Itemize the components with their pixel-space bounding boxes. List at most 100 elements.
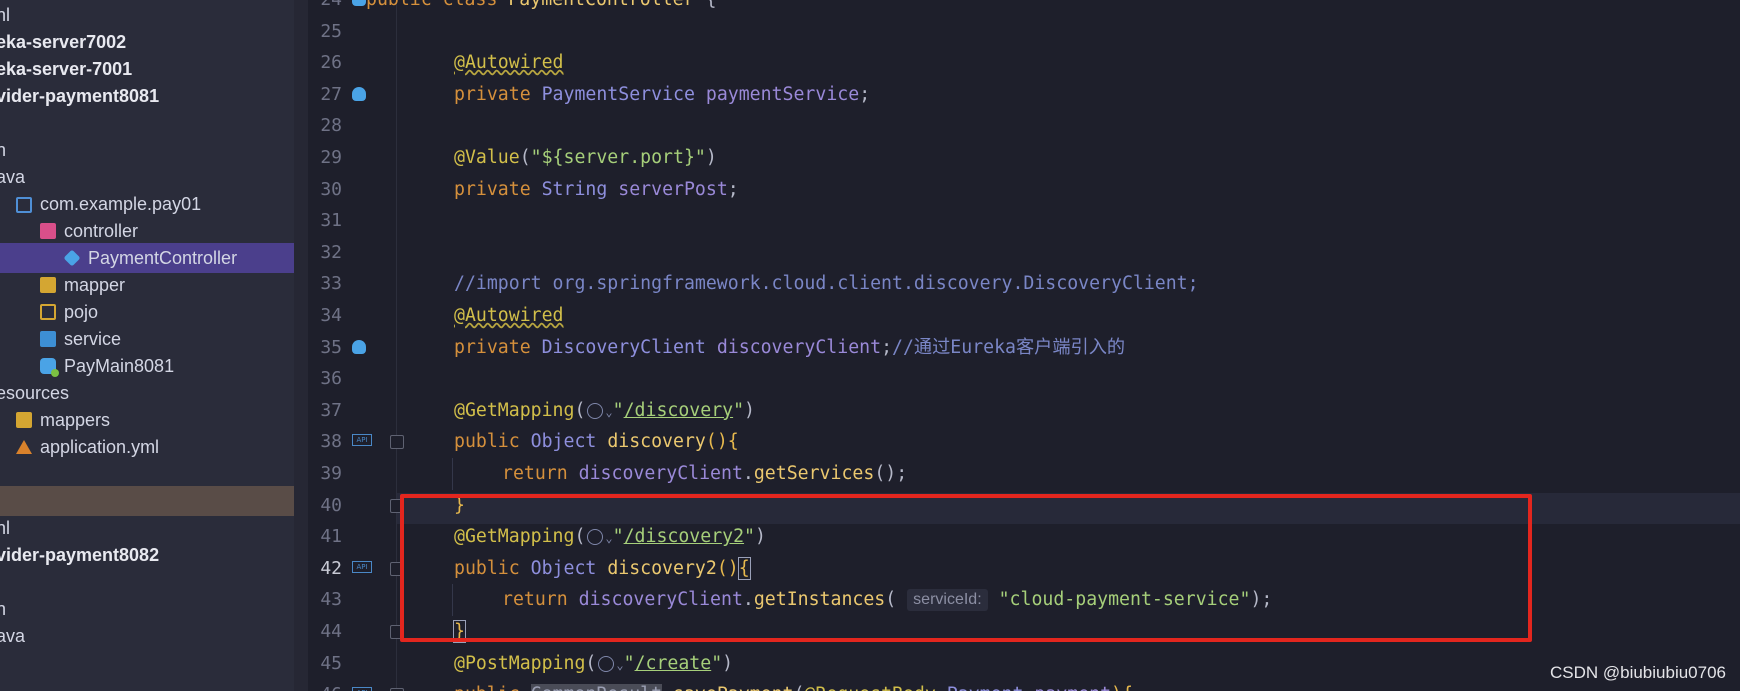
folder-icon [40,277,56,293]
code-line[interactable]: return discoveryClient.getServices(); [502,458,907,489]
pojo-folder-icon [40,304,56,320]
bean-icon[interactable] [352,86,370,105]
line-number: 45 [320,652,342,674]
line-number: 42 [320,557,342,579]
tree-item[interactable]: eka-server7002 [0,27,294,57]
code-token: @PostMapping [454,652,586,674]
line-number: 26 [320,52,342,74]
code-token: @RequestBody [804,684,935,691]
code-token: PaymentService [541,83,695,105]
bean-icon[interactable] [352,339,370,358]
code-line[interactable]: //import org.springframework.cloud.clien… [454,268,1199,299]
tree-item[interactable] [0,459,294,489]
indent-guide [452,458,453,490]
code-line[interactable]: private PaymentService paymentService; [454,79,870,110]
tree-item-label: service [64,329,122,349]
code-line[interactable]: private DiscoveryClient discoveryClient;… [454,332,1125,363]
line-number: 28 [320,115,342,137]
line-number: 46 [300,679,342,691]
code-line[interactable]: public CommonResult savePayment(@Request… [454,679,1133,691]
tree-item[interactable]: mappers [0,405,294,435]
code-line[interactable]: @GetMapping(⌄"/discovery") [454,395,755,426]
code-token: CommonResult [530,684,663,691]
code-token: private [454,83,531,105]
project-tree: nl eka-server7002 eka-server-7001 vider-pay… [0,0,294,691]
fold-marker-icon[interactable] [390,435,404,450]
tree-item[interactable]: service [0,324,294,354]
code-line[interactable]: public class PaymentController { [366,0,716,15]
line-number: 27 [320,83,342,105]
tree-item[interactable] [0,486,294,516]
tree-item[interactable]: PaymentController [0,243,294,273]
line-number: 31 [320,210,342,232]
line-number: 35 [320,336,342,358]
globe-icon[interactable] [587,402,604,419]
code-token: @Value [454,147,520,168]
code-token: getServices [753,463,875,484]
code-token: DiscoveryClient [541,336,706,358]
api-icon[interactable]: API [352,434,372,452]
ide-window: nl eka-server7002 eka-server-7001 vider-pay… [0,0,1740,691]
tree-item[interactable]: n [0,135,294,165]
tree-item[interactable]: vider-payment8082 [0,540,294,570]
code-line[interactable]: @Value("${server.port}") [454,142,717,173]
tree-item[interactable]: controller [0,216,294,246]
code-line[interactable]: private String serverPost; [454,174,739,205]
api-icon[interactable]: API [352,560,372,579]
tree-item[interactable]: nl [0,0,294,30]
api-icon[interactable]: API [352,687,372,691]
tree-item[interactable] [0,567,294,597]
tree-item-label: mapper [64,275,126,295]
chevron-down-icon[interactable]: ⌄ [616,658,623,672]
tree-item[interactable]: nl [0,513,294,543]
tree-item-label: ava [0,167,26,187]
tree-item[interactable]: mapper [0,270,294,300]
code-token: public [366,0,432,10]
tree-item[interactable]: eka-server-7001 [0,54,294,84]
tree-item[interactable]: ava [0,162,294,192]
code-line[interactable]: public Object discovery(){ [454,426,739,457]
tree-item[interactable]: esources [0,378,294,408]
code-line[interactable]: @PostMapping(⌄"/create") [454,648,733,679]
tree-item-label: com.example.pay01 [40,194,202,214]
tree-item[interactable]: com.example.pay01 [0,189,294,219]
code-token: //通过Eureka客户端引入的 [892,336,1126,358]
code-token: Payment [947,684,1024,691]
globe-icon[interactable] [598,655,615,672]
code-token: return [502,463,568,484]
tree-item-label: nl [0,518,11,538]
line-number: 41 [320,526,342,548]
tree-item-label: n [0,599,7,619]
tree-item[interactable]: n [0,594,294,624]
tree-item[interactable]: PayMain8081 [0,351,294,381]
watermark: CSDN @biubiubiu0706 [1549,663,1726,682]
code-line[interactable]: @Autowired [454,47,564,78]
tree-item-label: application.yml [40,437,160,457]
code-token: "${server.port}" [530,147,706,168]
tree-item[interactable]: ava [0,621,294,651]
code-token: /create [634,652,712,674]
class-icon [63,249,81,267]
chevron-down-icon[interactable]: ⌄ [605,405,612,419]
code-token: private [454,178,531,200]
code-token: PaymentController [508,0,694,10]
api-badge-label: API [352,560,372,573]
code-token: @Autowired [454,305,564,326]
tree-item[interactable] [0,108,294,138]
tree-item[interactable]: vider-payment8081 [0,81,294,111]
annotation-highlight-box [400,494,1532,642]
tree-item-label: ava [0,626,26,646]
line-number: 29 [320,147,342,168]
yml-icon [16,440,32,454]
tree-item[interactable]: pojo [0,297,294,327]
tree-item[interactable]: application.yml [0,432,294,462]
code-token: class [443,0,498,10]
tree-item-label: n [0,140,7,160]
tree-item-label: esources [0,383,70,403]
line-number: 30 [320,178,342,200]
line-number: 38 [320,431,342,453]
line-number: 24 [300,0,342,15]
tree-item-label: mappers [40,410,111,430]
code-token: payment [1034,684,1111,691]
code-line[interactable]: @Autowired [454,300,564,331]
